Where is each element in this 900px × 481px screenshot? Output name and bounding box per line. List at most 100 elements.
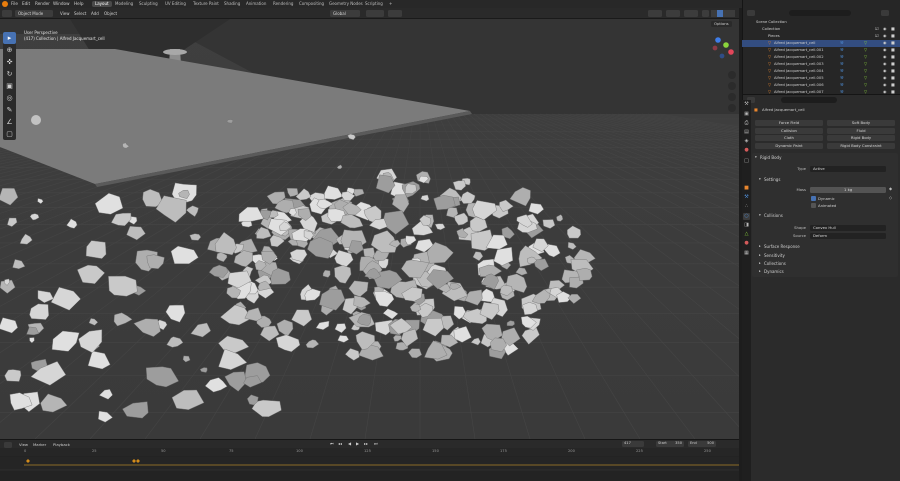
outliner-row-object[interactable]: ▽ Alfred Jacquemart_cell.005 ⚒ ▽ ◉ ■ (742, 75, 900, 82)
options-dropdown[interactable]: Options (711, 21, 732, 27)
physics-tab-icon[interactable]: ○ (743, 213, 750, 220)
camera-icon[interactable]: ■ (891, 27, 895, 31)
eye-icon[interactable]: ◉ (883, 41, 887, 45)
menu-add[interactable]: Add (91, 11, 99, 16)
eye-icon[interactable]: ◉ (883, 69, 887, 73)
overlay-toggle[interactable] (684, 10, 698, 17)
checkbox-icon[interactable]: ☑ (875, 27, 879, 31)
pan-hand-icon[interactable] (728, 82, 736, 90)
outliner-row-object[interactable]: ▽ Alfred Jacquemart_cell ⚒ ▽ ◉ ■ (742, 40, 900, 47)
tab-scripting[interactable]: Scripting (362, 1, 386, 7)
collision-button[interactable]: Collision (755, 128, 823, 134)
measure-tool-icon[interactable]: ∠ (3, 116, 16, 128)
checkbox-icon[interactable]: ☑ (875, 34, 879, 38)
dynamic-checkbox[interactable] (811, 196, 816, 201)
particles-tab-icon[interactable]: ∴ (743, 203, 750, 210)
menu-select[interactable]: Select (74, 11, 86, 16)
data-tab-icon[interactable]: △ (743, 231, 750, 238)
collisions-title[interactable]: Collisions (764, 214, 783, 218)
viewport-scene[interactable] (0, 19, 739, 439)
fluid-button[interactable]: Fluid (827, 128, 895, 134)
perspective-toggle-icon[interactable] (728, 104, 736, 112)
end-frame-field[interactable]: End 500 (688, 441, 716, 447)
timeline-area[interactable]: 0 25 50 75 100 125 150 175 200 225 250 (0, 448, 739, 481)
camera-icon[interactable]: ■ (891, 69, 895, 73)
camera-icon[interactable]: ■ (891, 34, 895, 38)
outliner-row-object[interactable]: ▽ Alfred Jacquemart_cell.006 ⚒ ▽ ◉ ■ (742, 82, 900, 89)
transform-tool-icon[interactable]: ◎ (3, 92, 16, 104)
camera-icon[interactable]: ■ (891, 48, 895, 52)
source-dropdown[interactable]: Deform (810, 233, 886, 239)
material-tab-icon[interactable]: ● (743, 240, 750, 247)
visibility-icon[interactable] (648, 10, 662, 17)
mass-field[interactable]: 1 kg (810, 187, 886, 193)
object-tab-icon[interactable]: ■ (743, 185, 750, 192)
camera-view-icon[interactable] (728, 93, 736, 101)
menu-view[interactable]: View (60, 11, 70, 16)
render-tab-icon[interactable]: ▣ (743, 111, 750, 118)
menu-object[interactable]: Object (104, 11, 117, 16)
eye-icon[interactable]: ◉ (883, 62, 887, 66)
tab-layout[interactable]: Layout (92, 1, 112, 7)
xray-toggle[interactable] (702, 10, 709, 17)
eye-icon[interactable]: ◉ (883, 83, 887, 87)
tab-texture-paint[interactable]: Texture Paint (190, 1, 222, 7)
timeline-menu-playback[interactable]: Playback (53, 442, 70, 447)
force-field-button[interactable]: Force Field (755, 120, 823, 126)
outliner-filter-icon[interactable] (881, 10, 889, 16)
transform-orientation[interactable]: Global (330, 10, 360, 17)
output-tab-icon[interactable]: ⎙ (743, 120, 750, 127)
tab-animation[interactable]: Animation (243, 1, 269, 7)
properties-search-input[interactable] (781, 97, 837, 103)
camera-icon[interactable]: ■ (891, 62, 895, 66)
scale-tool-icon[interactable]: ▣ (3, 80, 16, 92)
camera-icon[interactable]: ■ (891, 83, 895, 87)
settings-title[interactable]: Settings (764, 178, 780, 182)
outliner-row-object[interactable]: ▽ Alfred Jacquemart_cell.004 ⚒ ▽ ◉ ■ (742, 68, 900, 75)
outliner-row-collection[interactable]: Collection ☑ ◉ ■ (742, 26, 900, 33)
play-reverse-icon[interactable]: ◀ (348, 442, 351, 446)
editor-type-icon[interactable] (2, 10, 12, 17)
zoom-icon[interactable] (728, 71, 736, 79)
eye-icon[interactable]: ◉ (883, 27, 887, 31)
jump-end-icon[interactable]: ⏭ (374, 442, 378, 446)
world-tab-icon[interactable]: ● (743, 147, 750, 154)
timeline-editor-type-icon[interactable] (4, 441, 12, 448)
outliner-editor-type-icon[interactable] (747, 10, 755, 16)
move-tool-icon[interactable]: ✜ (3, 56, 16, 68)
rigid-body-button[interactable]: Rigid Body (827, 135, 895, 141)
rendered-shading-button[interactable] (729, 10, 735, 17)
outliner-row-object[interactable]: ▽ Alfred Jacquemart_cell.001 ⚒ ▽ ◉ ■ (742, 47, 900, 54)
collections-section[interactable]: Collections (764, 262, 786, 266)
start-frame-field[interactable]: Start 350 (656, 441, 684, 447)
tool-tab-icon[interactable]: ⚒ (743, 101, 750, 108)
blender-logo-icon[interactable] (2, 1, 8, 7)
eye-icon[interactable]: ◉ (883, 76, 887, 80)
camera-icon[interactable]: ■ (891, 41, 895, 45)
camera-icon[interactable]: ■ (891, 90, 895, 94)
scene-tab-icon[interactable]: ◈ (743, 138, 750, 145)
modifier-tab-icon[interactable]: ⚒ (743, 194, 750, 201)
animated-checkbox[interactable] (811, 203, 816, 208)
menu-render[interactable]: Render (35, 1, 50, 6)
mode-selector[interactable]: Object Mode (15, 10, 53, 17)
outliner-row-object[interactable]: ▽ Alfred Jacquemart_cell.007 ⚒ ▽ ◉ ■ (742, 89, 900, 96)
rigid-body-title[interactable]: Rigid Body (760, 156, 781, 160)
dynamic-paint-button[interactable]: Dynamic Paint (755, 143, 823, 149)
view-layer-tab-icon[interactable]: ▤ (743, 129, 750, 136)
soft-body-button[interactable]: Soft Body (827, 120, 895, 126)
tab-compositing[interactable]: Compositing (296, 1, 327, 7)
tab-shading[interactable]: Shading (221, 1, 243, 7)
gizmo-toggle[interactable] (666, 10, 680, 17)
timeline-menu-view[interactable]: View (19, 442, 28, 447)
3d-viewport[interactable]: User Perspective (417) Collection | Alfr… (0, 19, 739, 439)
tab-rendering[interactable]: Rendering (270, 1, 296, 7)
cloth-button[interactable]: Cloth (755, 135, 823, 141)
keyframe-dot-icon[interactable]: ◆ (889, 187, 892, 191)
camera-icon[interactable]: ■ (891, 55, 895, 59)
tab-sculpting[interactable]: Sculpting (136, 1, 161, 7)
outliner-search-input[interactable] (789, 10, 851, 16)
constraints-tab-icon[interactable]: ◨ (743, 222, 750, 229)
eye-icon[interactable]: ◉ (883, 34, 887, 38)
shape-dropdown[interactable]: Convex Hull (810, 225, 886, 231)
